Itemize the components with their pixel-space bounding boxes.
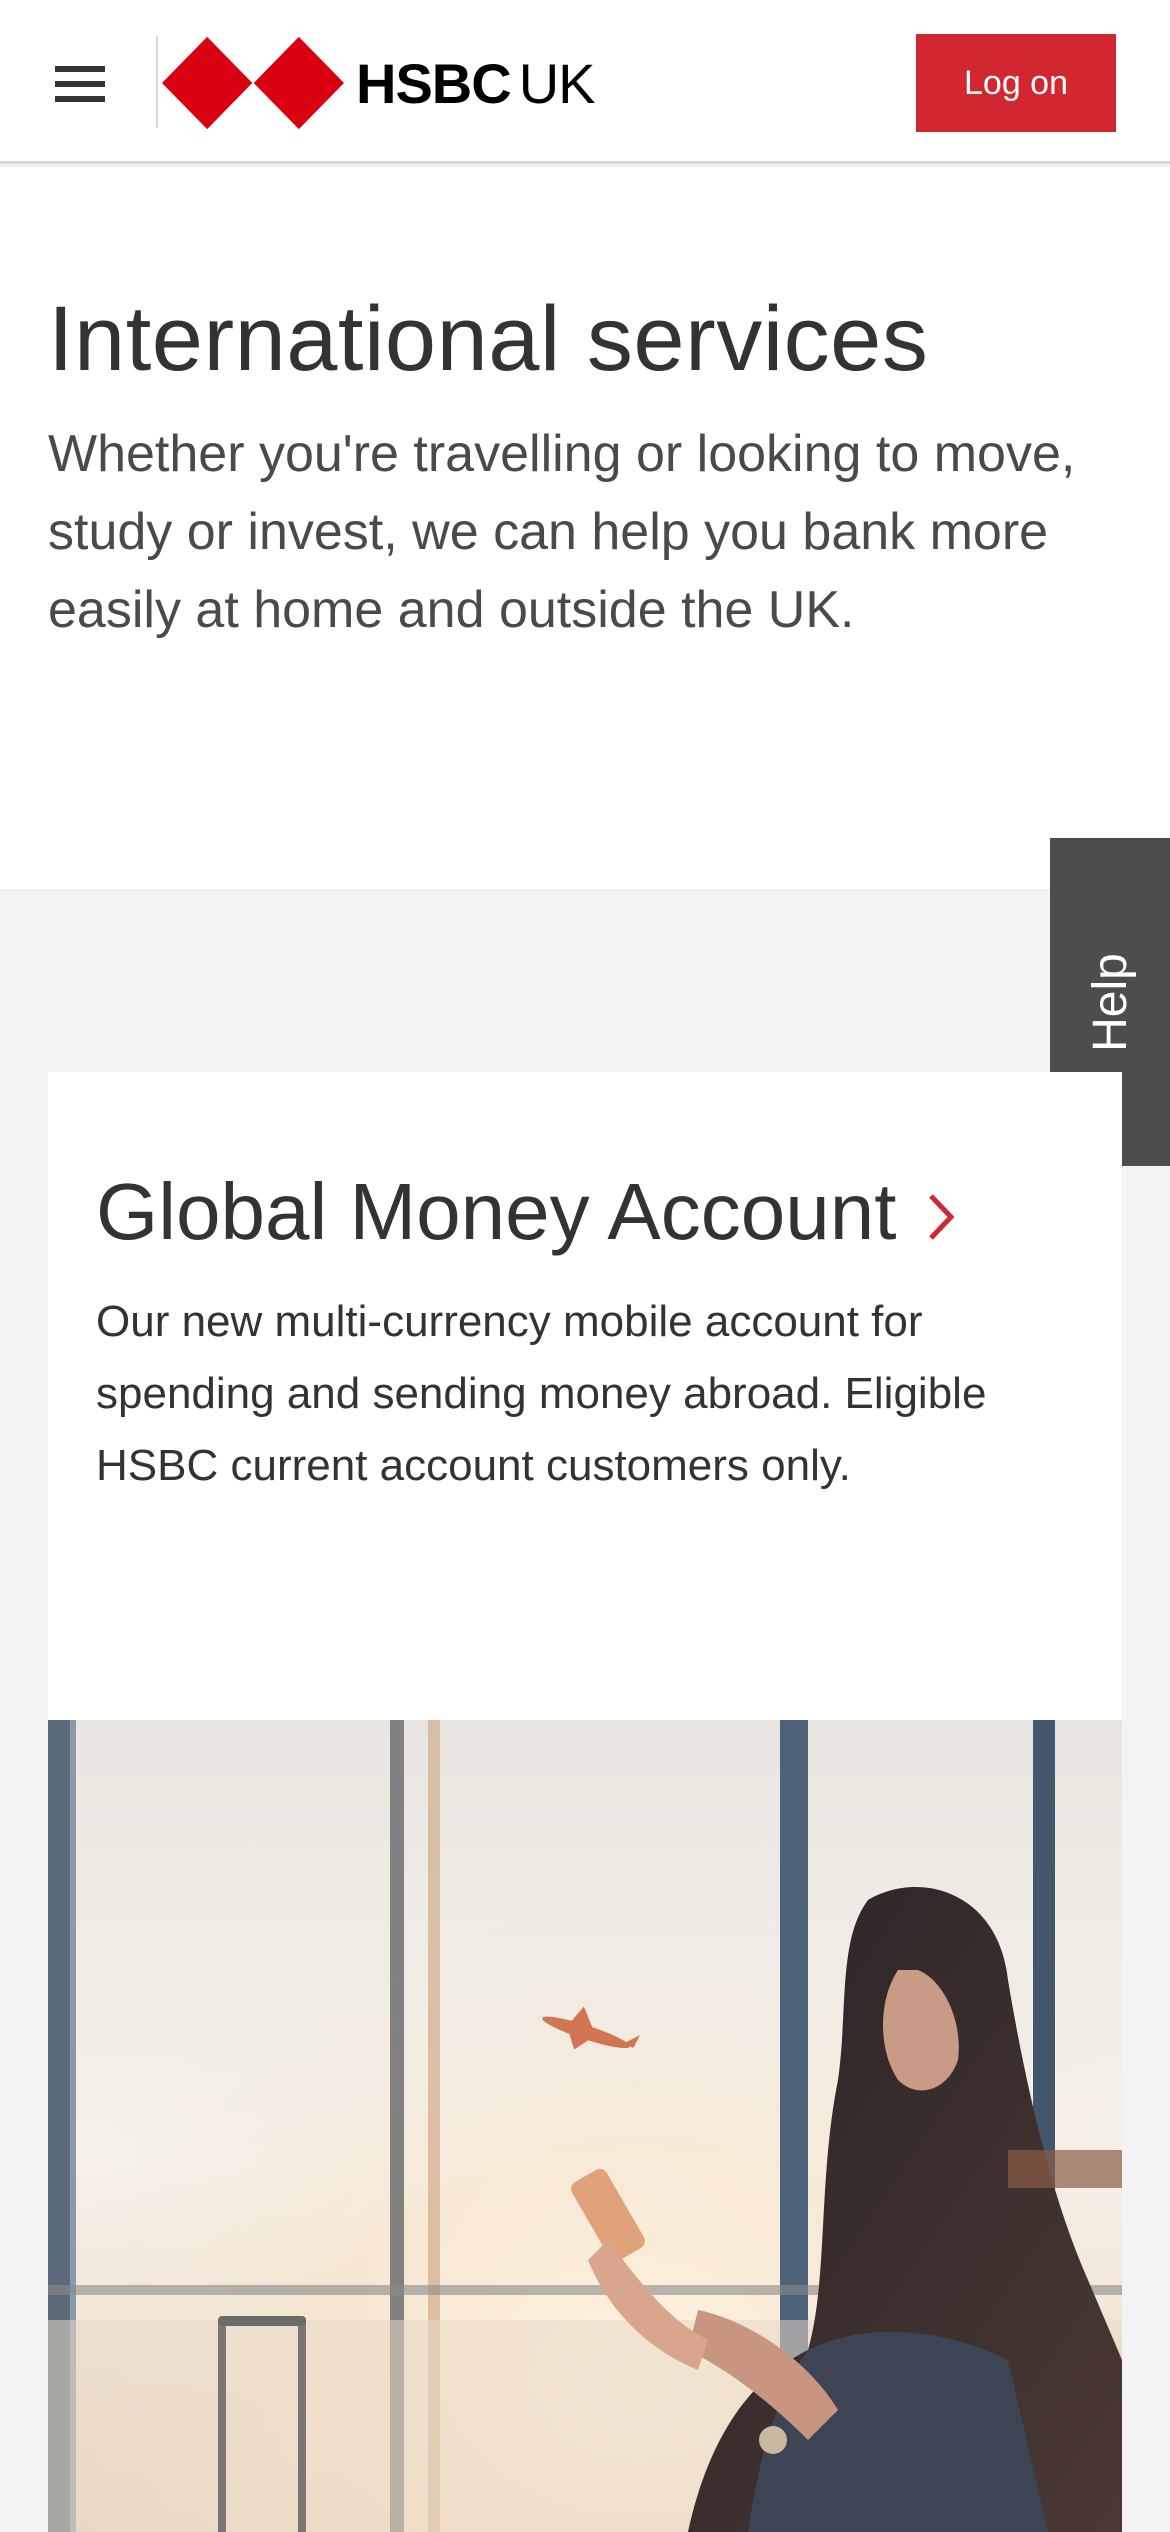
traveller-at-airport-photo <box>48 1720 1122 2532</box>
global-money-account-link[interactable]: Global Money Account <box>96 1166 956 1258</box>
card-image <box>48 1720 1122 2532</box>
card-title: Global Money Account <box>96 1167 897 1256</box>
page: HSBC UK Log on International services Whe… <box>0 0 1170 2532</box>
log-on-button[interactable]: Log on <box>916 34 1116 132</box>
hamburger-menu-icon <box>55 66 105 102</box>
chevron-right-icon <box>929 1194 955 1240</box>
menu-button[interactable] <box>40 44 120 124</box>
page-title: International services <box>48 288 929 390</box>
header-divider <box>156 36 158 128</box>
global-money-account-card: Global Money Account Our new multi-curre… <box>48 1072 1122 2532</box>
help-tab-label: Help <box>1083 952 1137 1052</box>
page-intro: Whether you're travelling or looking to … <box>48 425 1076 639</box>
logo-wordmark: HSBC UK <box>356 51 596 116</box>
site-header: HSBC UK Log on <box>0 0 1170 164</box>
logo-region: UK <box>518 51 596 115</box>
hsbc-hexagon-logo-icon <box>162 36 344 130</box>
hsbc-logo[interactable]: HSBC UK <box>162 36 596 130</box>
hero-section: International services Whether you're tr… <box>0 167 1170 889</box>
card-description: Our new multi-currency mobile account fo… <box>96 1297 987 1490</box>
logo-brand: HSBC <box>356 51 512 115</box>
